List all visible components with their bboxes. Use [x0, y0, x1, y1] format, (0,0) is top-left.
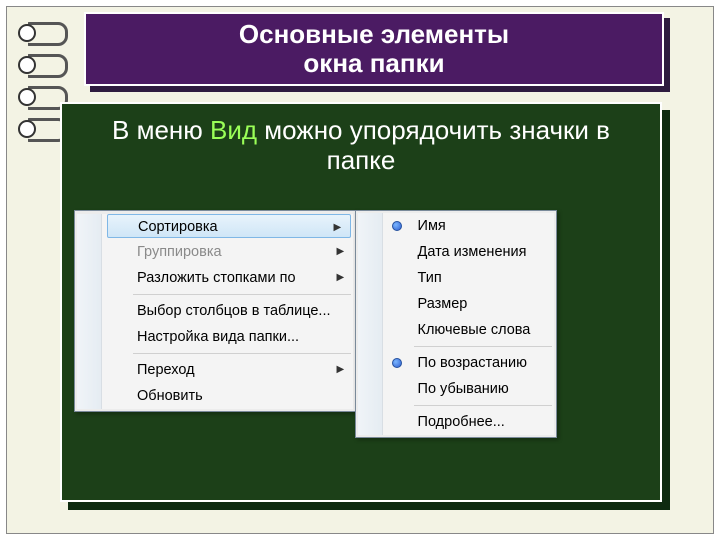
radio-selected-icon	[392, 221, 402, 231]
submenu-arrow-icon: ▶	[337, 265, 345, 291]
menu-separator	[133, 294, 351, 295]
menu-separator	[133, 353, 351, 354]
title-line-1: Основные элементы	[239, 19, 509, 49]
menu-item-customize-folder[interactable]: Настройка вида папки...	[105, 324, 353, 350]
sort-more[interactable]: Подробнее...	[386, 409, 554, 435]
sort-ascending[interactable]: По возрастанию	[386, 350, 554, 376]
slide-title: Основные элементы окна папки	[84, 12, 664, 86]
menu-item-stack[interactable]: Разложить стопками по ▶	[105, 265, 353, 291]
radio-selected-icon	[392, 358, 402, 368]
sort-by-type[interactable]: Тип	[386, 265, 554, 291]
view-menu: Сортировка ▶ Группировка ▶ Разложить сто…	[74, 210, 356, 412]
context-menus: Сортировка ▶ Группировка ▶ Разложить сто…	[74, 210, 557, 438]
menu-item-sort[interactable]: Сортировка ▶	[107, 214, 351, 238]
sort-by-name[interactable]: Имя	[386, 213, 554, 239]
sort-by-keywords[interactable]: Ключевые слова	[386, 317, 554, 343]
menu-item-group[interactable]: Группировка ▶	[105, 239, 353, 265]
submenu-arrow-icon: ▶	[334, 215, 342, 237]
submenu-arrow-icon: ▶	[337, 239, 345, 265]
body-text: В меню Вид можно упорядочить значки в па…	[62, 104, 660, 184]
menu-item-refresh[interactable]: Обновить	[105, 383, 353, 409]
slide-body: В меню Вид можно упорядочить значки в па…	[60, 102, 662, 502]
submenu-arrow-icon: ▶	[337, 357, 345, 383]
title-line-2: окна папки	[303, 48, 444, 78]
menu-separator	[414, 405, 552, 406]
sort-submenu: Имя Дата изменения Тип Размер Ключевые с…	[355, 210, 557, 438]
menu-item-choose-columns[interactable]: Выбор столбцов в таблице...	[105, 298, 353, 324]
sort-descending[interactable]: По убыванию	[386, 376, 554, 402]
highlight-word: Вид	[210, 115, 257, 145]
sort-by-size[interactable]: Размер	[386, 291, 554, 317]
sort-by-date[interactable]: Дата изменения	[386, 239, 554, 265]
menu-separator	[414, 346, 552, 347]
menu-item-goto[interactable]: Переход ▶	[105, 357, 353, 383]
